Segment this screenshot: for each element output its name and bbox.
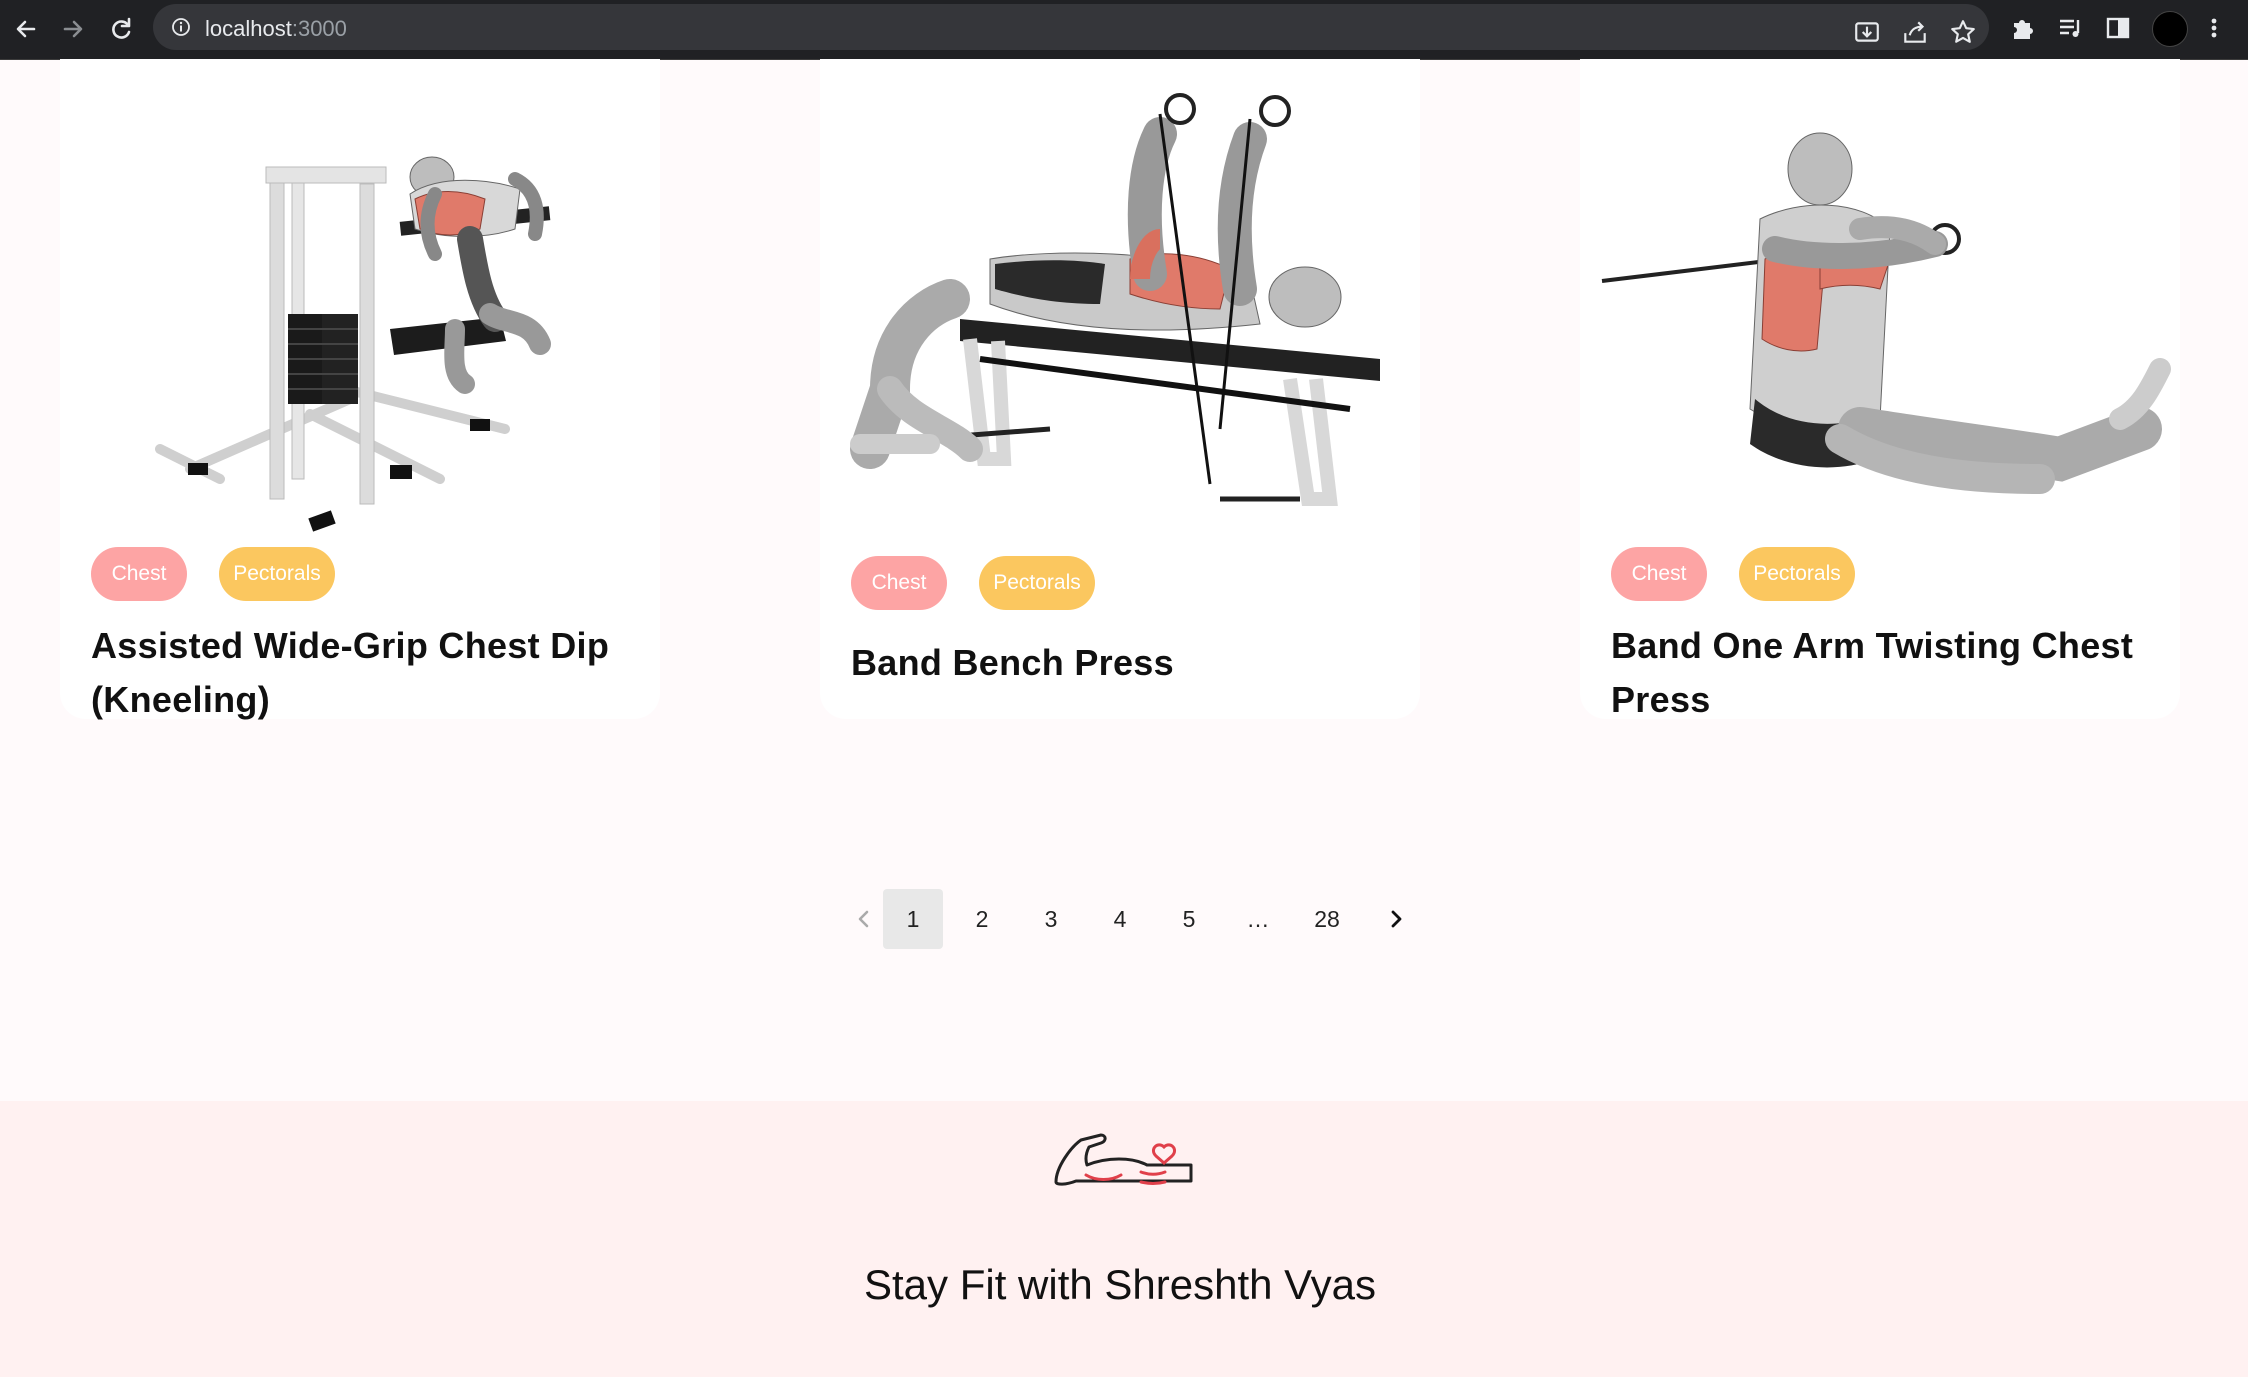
info-icon[interactable] (171, 17, 191, 37)
page-ellipsis: … (1246, 906, 1270, 932)
share-icon[interactable] (1901, 18, 1929, 46)
back-button[interactable] (8, 11, 44, 47)
profile-avatar[interactable] (2152, 11, 2188, 47)
browser-toolbar: localhost:3000 (0, 0, 2248, 60)
page-button-4[interactable]: 4 (1090, 889, 1150, 949)
arrow-right-icon (63, 20, 83, 38)
side-panel-icon[interactable] (2104, 14, 2132, 42)
pagination: 1 2 3 4 5 … 28 (820, 889, 1420, 949)
footer-tagline: Stay Fit with Shreshth Vyas (864, 1261, 1376, 1308)
extensions-puzzle-icon[interactable] (2008, 14, 2036, 42)
exercise-card[interactable]: Chest Pectorals Band Bench Press (820, 59, 1420, 719)
forward-button[interactable] (55, 11, 91, 47)
band-twisting-press-illustration (1601, 132, 2171, 494)
exercise-title: Band One Arm Twisting Chest Press (1611, 625, 2134, 720)
exercise-card[interactable]: Chest Pectorals Assisted Wide-Grip Chest… (60, 59, 660, 720)
tag-chest[interactable]: Chest (91, 547, 187, 601)
page-button-3[interactable]: 3 (1021, 889, 1081, 949)
reload-button[interactable] (103, 11, 139, 47)
exercise-card[interactable]: Chest Pectorals Band One Arm Twisting Ch… (1580, 59, 2180, 720)
page-button-28[interactable]: 28 (1297, 889, 1357, 949)
bookmark-star-icon[interactable] (1949, 18, 1977, 46)
tag-chest[interactable]: Chest (851, 556, 947, 610)
page-button-5[interactable]: 5 (1159, 889, 1219, 949)
band-bench-press-illustration (850, 93, 1380, 506)
footer: Stay Fit with Shreshth Vyas (0, 1101, 2248, 1377)
tag-pectorals[interactable]: Pectorals (219, 547, 335, 601)
reload-icon (112, 17, 131, 39)
tag-pectorals[interactable]: Pectorals (1739, 547, 1855, 601)
next-page-button[interactable] (1366, 889, 1426, 949)
page-button-2[interactable]: 2 (952, 889, 1012, 949)
chevron-right-icon (1391, 910, 1402, 928)
url-host: localhost (205, 16, 292, 41)
url-text[interactable]: localhost:3000 (205, 16, 347, 42)
media-queue-icon[interactable] (2056, 14, 2084, 42)
address-bar[interactable]: localhost:3000 (153, 4, 1989, 50)
exercise-title: Band Bench Press (851, 642, 1174, 683)
tag-chest[interactable]: Chest (1611, 547, 1707, 601)
install-app-icon[interactable] (1853, 18, 1881, 46)
page-button-1[interactable]: 1 (883, 889, 943, 949)
url-port: :3000 (291, 16, 347, 41)
assisted-dip-machine-illustration (155, 156, 551, 532)
arrow-left-icon (16, 20, 36, 38)
flexed-arm-heart-icon (1054, 1133, 1193, 1186)
more-menu-icon[interactable] (2200, 14, 2228, 42)
tag-pectorals[interactable]: Pectorals (979, 556, 1095, 610)
exercise-title: Assisted Wide-Grip Chest Dip (Kneeling) (91, 625, 610, 720)
